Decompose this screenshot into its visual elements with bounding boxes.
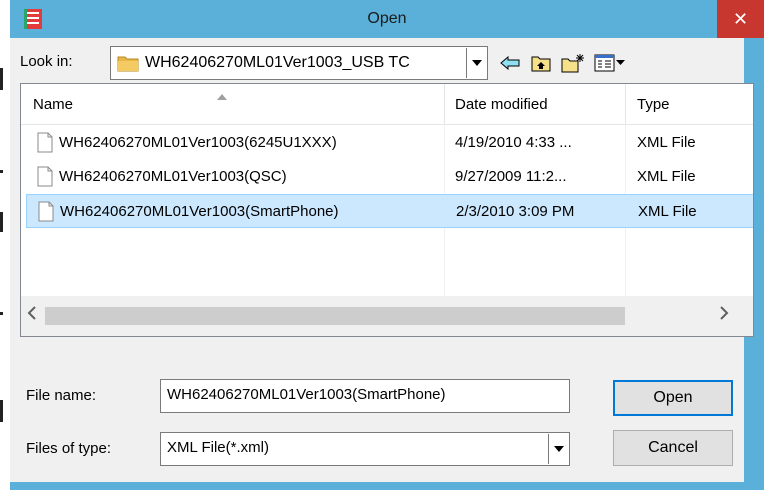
type-cell: XML File	[637, 134, 696, 151]
type-cell: XML File	[637, 168, 696, 185]
view-menu-icon	[594, 54, 625, 72]
file-name-cell: WH62406270ML01Ver1003(6245U1XXX)	[59, 134, 337, 151]
date-modified-cell: 4/19/2010 4:33 ...	[455, 134, 572, 151]
new-folder-button[interactable]	[558, 50, 588, 76]
file-name-input[interactable]: WH62406270ML01Ver1003(SmartPhone)	[160, 379, 570, 413]
close-button[interactable]: ✕	[717, 0, 764, 38]
file-row[interactable]: WH62406270ML01Ver1003(QSC) 9/27/2009 11:2…	[21, 160, 753, 194]
date-modified-cell: 2/3/2010 3:09 PM	[456, 203, 575, 220]
new-folder-icon	[561, 54, 584, 73]
back-button[interactable]	[496, 50, 524, 76]
file-row[interactable]: WH62406270ML01Ver1003(SmartPhone) 2/3/201…	[26, 194, 753, 228]
strip-mark	[0, 400, 3, 422]
back-arrow-icon	[500, 55, 520, 71]
files-of-type-select[interactable]: XML File(*.xml)	[160, 432, 570, 466]
strip-mark	[0, 68, 3, 90]
view-menu-button[interactable]	[592, 50, 628, 76]
strip-mark	[0, 170, 3, 173]
sort-ascending-icon	[217, 87, 227, 104]
strip-mark	[0, 212, 3, 232]
column-header-name[interactable]: Name	[33, 96, 73, 113]
list-header: Name Date modified Type	[21, 84, 753, 125]
file-name-value: WH62406270ML01Ver1003(SmartPhone)	[167, 386, 446, 403]
look-in-combo[interactable]: WH62406270ML01Ver1003_USB TC	[110, 46, 488, 80]
files-of-type-dropdown-button[interactable]	[548, 434, 568, 464]
scroll-left-button[interactable]	[27, 306, 37, 324]
column-divider[interactable]	[444, 84, 445, 124]
chevron-left-icon	[27, 306, 36, 320]
files-of-type-label: Files of type:	[26, 440, 112, 457]
title-bar[interactable]: Open ✕	[10, 0, 764, 38]
file-row[interactable]: WH62406270ML01Ver1003(6245U1XXX) 4/19/201…	[21, 126, 753, 160]
files-of-type-value: XML File(*.xml)	[167, 439, 269, 456]
file-name-cell: WH62406270ML01Ver1003(SmartPhone)	[60, 203, 339, 220]
strip-mark	[0, 312, 3, 315]
chevron-right-icon	[720, 306, 729, 320]
horizontal-scrollbar[interactable]	[21, 296, 753, 336]
file-icon	[37, 132, 53, 153]
up-folder-icon	[531, 56, 551, 72]
file-list[interactable]: Name Date modified Type WH62406270ML01Ve…	[20, 83, 754, 337]
file-name-cell: WH62406270ML01Ver1003(QSC)	[59, 168, 287, 185]
chevron-down-icon	[553, 446, 564, 452]
up-folder-button[interactable]	[527, 50, 555, 76]
date-modified-cell: 9/27/2009 11:2...	[455, 168, 567, 185]
type-cell: XML File	[638, 203, 697, 220]
look-in-label: Look in:	[20, 53, 73, 70]
scroll-thumb[interactable]	[45, 307, 625, 325]
file-icon	[38, 201, 54, 222]
file-icon	[37, 166, 53, 187]
file-name-label: File name:	[26, 387, 97, 404]
open-button[interactable]: Open	[613, 380, 733, 416]
cancel-button[interactable]: Cancel	[613, 430, 733, 466]
chevron-down-icon	[471, 60, 482, 66]
column-header-date-modified[interactable]: Date modified	[455, 96, 548, 113]
column-divider[interactable]	[625, 84, 626, 124]
look-in-dropdown-button[interactable]	[466, 48, 486, 78]
look-in-value: WH62406270ML01Ver1003_USB TC	[145, 54, 410, 71]
folder-icon	[117, 54, 139, 72]
window-title: Open	[367, 10, 407, 27]
close-icon: ✕	[732, 8, 749, 29]
background-strip	[0, 0, 10, 490]
column-header-type[interactable]: Type	[637, 96, 670, 113]
scroll-right-button[interactable]	[719, 306, 729, 324]
